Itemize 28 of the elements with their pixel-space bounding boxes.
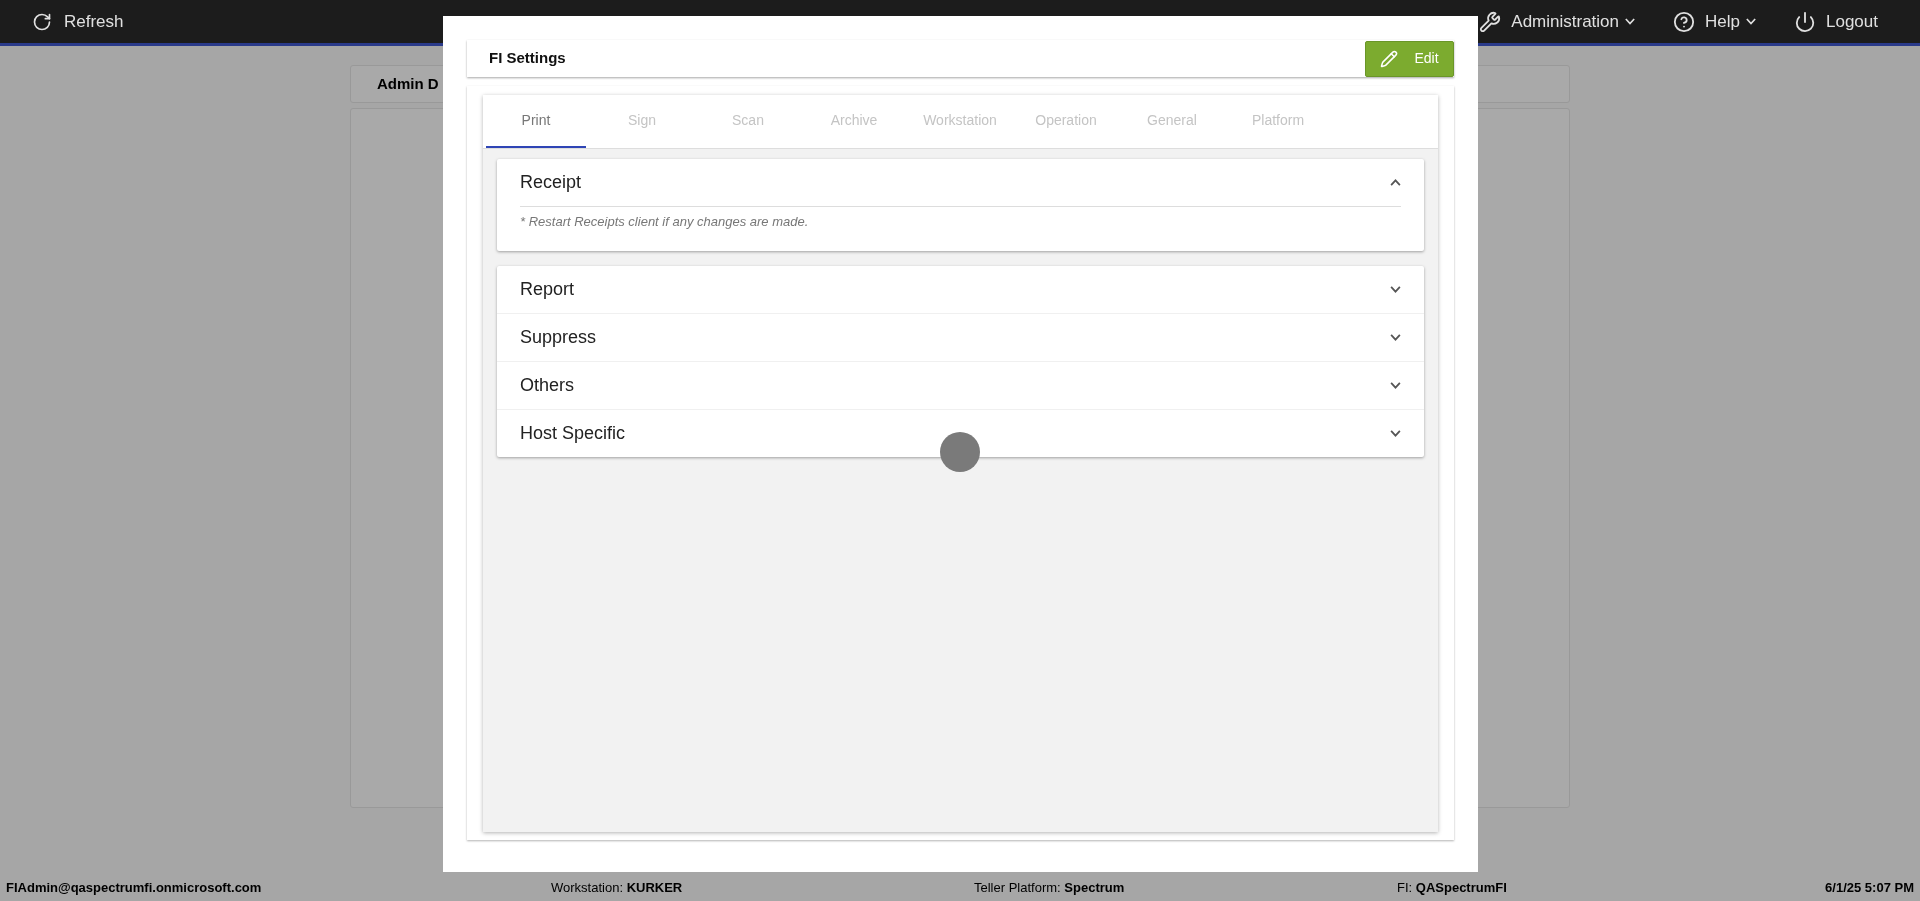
status-field: Workstation: KURKER — [551, 878, 974, 898]
chevron-up-icon — [1390, 179, 1401, 186]
refresh-button[interactable]: Refresh — [32, 8, 124, 35]
accordion-header[interactable]: Report — [497, 266, 1424, 313]
menu-button[interactable]: Administration — [1479, 8, 1636, 35]
tab[interactable]: Print — [486, 95, 586, 148]
power-icon — [1794, 10, 1816, 33]
accordion-header[interactable]: Suppress — [497, 314, 1424, 361]
note-text: * Restart Receipts client if any changes are made. — [520, 214, 809, 229]
accordion-header[interactable]: Host Specific — [497, 410, 1424, 457]
menu-button[interactable]: Logout — [1794, 8, 1878, 35]
chevron-down-icon — [1390, 334, 1401, 341]
card-title: Admin D — [377, 73, 439, 94]
chevron-down-icon — [1390, 430, 1401, 437]
pencil-icon — [1380, 49, 1399, 68]
chevron-down-icon — [1390, 382, 1401, 389]
wrench-icon — [1479, 10, 1502, 33]
user-email: FIAdmin@qaspectrumfi.onmicrosoft.com — [6, 879, 263, 898]
refresh-icon — [32, 11, 52, 32]
help-icon — [1673, 10, 1696, 33]
accordion-header[interactable]: Receipt — [497, 159, 1424, 206]
dialog-title: FI Settings — [489, 48, 566, 69]
chevron-down-icon — [1390, 286, 1401, 293]
datetime: 6/1/25 5:07 PM — [1825, 879, 1914, 898]
status-field: Teller Platform: Spectrum — [974, 878, 1397, 898]
status-field: FI: QASpectrumFI — [1397, 878, 1817, 898]
accordion-header[interactable]: Others — [497, 362, 1424, 409]
menu-button[interactable]: Help — [1673, 8, 1756, 35]
